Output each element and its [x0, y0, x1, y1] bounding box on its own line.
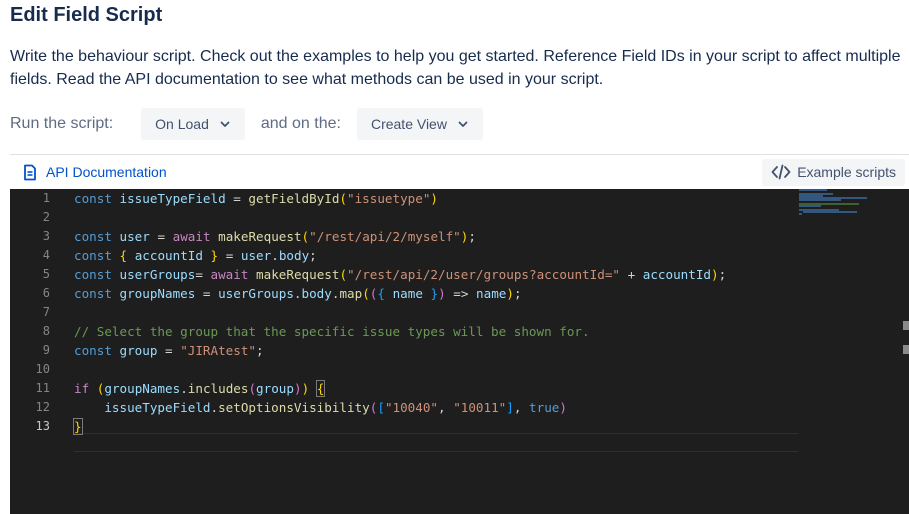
scrollbar-marker — [903, 321, 909, 330]
line-number: 9 — [42, 343, 50, 357]
trigger-dropdown[interactable]: On Load — [141, 108, 245, 140]
chevron-down-icon — [220, 121, 230, 127]
code-line: const user = await makeRequest("/rest/ap… — [74, 229, 476, 244]
line-number: 6 — [42, 286, 50, 300]
editor-minimap[interactable] — [799, 189, 901, 229]
code-line: if (groupNames.includes(group)) { — [74, 380, 326, 397]
view-dropdown-value: Create View — [370, 116, 447, 132]
view-dropdown[interactable]: Create View — [356, 108, 483, 140]
line-number: 7 — [42, 305, 50, 319]
line-number: 10 — [35, 362, 50, 376]
line-number: 8 — [42, 324, 50, 338]
page-description: Write the behaviour script. Check out th… — [10, 48, 901, 88]
api-documentation-label: API Documentation — [46, 164, 167, 180]
trigger-dropdown-value: On Load — [155, 116, 209, 132]
api-documentation-link[interactable]: API Documentation — [22, 164, 167, 181]
example-scripts-label: Example scripts — [797, 164, 896, 180]
code-line: const groupNames = userGroups.body.map((… — [74, 286, 522, 301]
run-settings-row: Run the script: On Load and on the: Crea… — [10, 108, 483, 140]
code-line: } — [73, 418, 83, 435]
code-line: // Select the group that the specific is… — [74, 324, 590, 339]
page-title: Edit Field Script — [10, 4, 163, 26]
code-icon — [771, 164, 791, 180]
current-line-highlight — [74, 433, 798, 452]
code-line: issueTypeField.setOptionsVisibility(["10… — [104, 400, 567, 415]
editor-toolbar: API Documentation Example scripts — [10, 154, 909, 189]
view-label: and on the: — [260, 115, 341, 132]
code-line: const { accountId } = user.body; — [74, 248, 317, 263]
line-number: 2 — [42, 210, 50, 224]
line-number: 12 — [35, 400, 50, 414]
chevron-down-icon — [458, 121, 468, 127]
code-line: const group = "JIRAtest"; — [74, 343, 264, 358]
scrollbar-marker — [903, 345, 909, 354]
line-number: 4 — [42, 248, 50, 262]
line-number: 5 — [42, 267, 50, 281]
line-number: 1 — [42, 191, 50, 205]
code-line: const userGroups= await makeRequest("/re… — [74, 267, 727, 282]
line-number: 11 — [35, 381, 50, 395]
line-number-gutter: 1 2 3 4 5 6 7 8 9 10 11 12 13 — [10, 189, 62, 514]
line-number-active: 13 — [35, 419, 50, 433]
run-script-label: Run the script: — [10, 115, 114, 132]
line-number: 3 — [42, 229, 50, 243]
code-line: const issueTypeField = getFieldById("iss… — [74, 191, 439, 206]
code-editor[interactable]: 1 2 3 4 5 6 7 8 9 10 11 12 13 const issu… — [10, 189, 909, 514]
document-icon — [24, 164, 36, 180]
example-scripts-button[interactable]: Example scripts — [762, 158, 905, 186]
